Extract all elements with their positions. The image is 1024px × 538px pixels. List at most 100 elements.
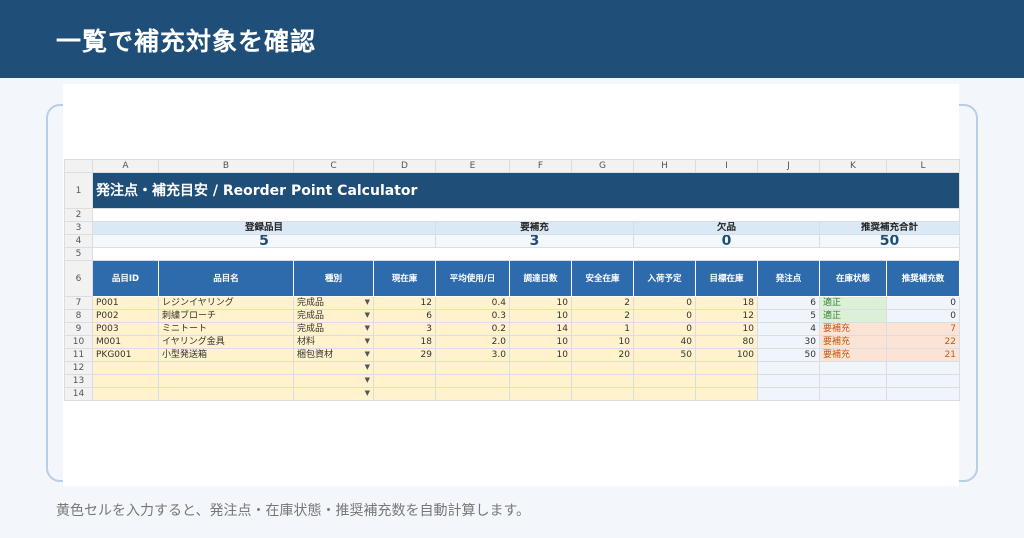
- empty-input-cell[interactable]: [633, 361, 696, 375]
- empty-cell[interactable]: [92, 208, 960, 222]
- cell-incoming[interactable]: 0: [633, 309, 696, 323]
- empty-input-cell[interactable]: [373, 374, 436, 388]
- dropdown-arrow-icon[interactable]: ▼: [365, 389, 370, 399]
- empty-output-cell[interactable]: [757, 361, 820, 375]
- empty-input-cell[interactable]: [158, 374, 294, 388]
- empty-input-cell[interactable]: [571, 374, 634, 388]
- cell-item-id[interactable]: PKG001: [92, 348, 159, 362]
- cell-lead-days[interactable]: 10: [509, 296, 572, 310]
- column-header[interactable]: L: [886, 159, 960, 173]
- row-header[interactable]: 8: [64, 309, 93, 323]
- kpi-value-stockout[interactable]: 0: [633, 234, 820, 248]
- dropdown-arrow-icon[interactable]: ▼: [365, 337, 370, 347]
- cell-type-dropdown[interactable]: ▼: [293, 387, 374, 401]
- cell-stock-status[interactable]: 適正: [819, 309, 887, 323]
- header-incoming[interactable]: 入荷予定: [633, 260, 696, 297]
- cell-recommended-qty[interactable]: 0: [886, 309, 960, 323]
- dropdown-arrow-icon[interactable]: ▼: [365, 350, 370, 360]
- empty-cell[interactable]: [92, 247, 960, 261]
- row-header[interactable]: 11: [64, 348, 93, 362]
- empty-output-cell[interactable]: [757, 374, 820, 388]
- header-item-id[interactable]: 品目ID: [92, 260, 159, 297]
- column-header[interactable]: B: [158, 159, 294, 173]
- sheet-title[interactable]: 発注点・補充目安 / Reorder Point Calculator: [92, 172, 960, 209]
- header-stock-status[interactable]: 在庫状態: [819, 260, 887, 297]
- cell-type-dropdown[interactable]: ▼: [293, 374, 374, 388]
- empty-output-cell[interactable]: [819, 374, 887, 388]
- empty-input-cell[interactable]: [509, 361, 572, 375]
- cell-current-stock[interactable]: 3: [373, 322, 436, 336]
- kpi-value-registered[interactable]: 5: [92, 234, 436, 248]
- header-lead-days[interactable]: 調達日数: [509, 260, 572, 297]
- empty-input-cell[interactable]: [509, 374, 572, 388]
- empty-input-cell[interactable]: [158, 361, 294, 375]
- row-header[interactable]: 13: [64, 374, 93, 388]
- kpi-value-total-reorder[interactable]: 50: [819, 234, 960, 248]
- cell-stock-status[interactable]: 要補充: [819, 322, 887, 336]
- cell-stock-status[interactable]: 要補充: [819, 335, 887, 349]
- row-header[interactable]: 7: [64, 296, 93, 310]
- header-avg-usage[interactable]: 平均使用/日: [435, 260, 510, 297]
- cell-safety-stock[interactable]: 2: [571, 309, 634, 323]
- empty-output-cell[interactable]: [886, 374, 960, 388]
- cell-reorder-point[interactable]: 4: [757, 322, 820, 336]
- cell-type-dropdown[interactable]: 材料 ▼: [293, 335, 374, 349]
- empty-input-cell[interactable]: [435, 361, 510, 375]
- empty-input-cell[interactable]: [373, 361, 436, 375]
- empty-output-cell[interactable]: [757, 387, 820, 401]
- empty-output-cell[interactable]: [819, 387, 887, 401]
- cell-safety-stock[interactable]: 20: [571, 348, 634, 362]
- row-header[interactable]: 14: [64, 387, 93, 401]
- kpi-label-stockout[interactable]: 欠品: [633, 221, 820, 235]
- cell-target-stock[interactable]: 18: [695, 296, 758, 310]
- cell-target-stock[interactable]: 10: [695, 322, 758, 336]
- cell-recommended-qty[interactable]: 22: [886, 335, 960, 349]
- cell-type-dropdown[interactable]: 梱包資材 ▼: [293, 348, 374, 362]
- cell-avg-usage[interactable]: 0.2: [435, 322, 510, 336]
- column-header[interactable]: A: [92, 159, 159, 173]
- cell-type-dropdown[interactable]: 完成品 ▼: [293, 296, 374, 310]
- cell-avg-usage[interactable]: 0.4: [435, 296, 510, 310]
- empty-input-cell[interactable]: [92, 374, 159, 388]
- cell-item-name[interactable]: 刺繍ブローチ: [158, 309, 294, 323]
- cell-item-id[interactable]: P001: [92, 296, 159, 310]
- dropdown-arrow-icon[interactable]: ▼: [365, 376, 370, 386]
- empty-input-cell[interactable]: [435, 387, 510, 401]
- cell-item-name[interactable]: イヤリング金具: [158, 335, 294, 349]
- column-header[interactable]: D: [373, 159, 436, 173]
- empty-input-cell[interactable]: [695, 361, 758, 375]
- cell-reorder-point[interactable]: 50: [757, 348, 820, 362]
- cell-current-stock[interactable]: 6: [373, 309, 436, 323]
- cell-incoming[interactable]: 0: [633, 296, 696, 310]
- empty-input-cell[interactable]: [92, 387, 159, 401]
- dropdown-arrow-icon[interactable]: ▼: [365, 298, 370, 308]
- cell-target-stock[interactable]: 100: [695, 348, 758, 362]
- row-header[interactable]: 3: [64, 221, 93, 235]
- row-header[interactable]: 1: [64, 172, 93, 209]
- empty-input-cell[interactable]: [571, 387, 634, 401]
- empty-input-cell[interactable]: [158, 387, 294, 401]
- cell-incoming[interactable]: 40: [633, 335, 696, 349]
- column-header[interactable]: E: [435, 159, 510, 173]
- cell-current-stock[interactable]: 29: [373, 348, 436, 362]
- empty-input-cell[interactable]: [373, 387, 436, 401]
- header-reorder-point[interactable]: 発注点: [757, 260, 820, 297]
- dropdown-arrow-icon[interactable]: ▼: [365, 324, 370, 334]
- cell-type-dropdown[interactable]: 完成品 ▼: [293, 322, 374, 336]
- cell-type-dropdown[interactable]: 完成品 ▼: [293, 309, 374, 323]
- empty-input-cell[interactable]: [571, 361, 634, 375]
- cell-incoming[interactable]: 50: [633, 348, 696, 362]
- kpi-label-registered[interactable]: 登録品目: [92, 221, 436, 235]
- row-header[interactable]: 10: [64, 335, 93, 349]
- header-type[interactable]: 種別: [293, 260, 374, 297]
- row-header[interactable]: 9: [64, 322, 93, 336]
- column-header[interactable]: J: [757, 159, 820, 173]
- cell-lead-days[interactable]: 10: [509, 348, 572, 362]
- cell-type-dropdown[interactable]: ▼: [293, 361, 374, 375]
- empty-input-cell[interactable]: [695, 387, 758, 401]
- dropdown-arrow-icon[interactable]: ▼: [365, 363, 370, 373]
- header-target-stock[interactable]: 目標在庫: [695, 260, 758, 297]
- cell-avg-usage[interactable]: 0.3: [435, 309, 510, 323]
- empty-output-cell[interactable]: [819, 361, 887, 375]
- cell-stock-status[interactable]: 適正: [819, 296, 887, 310]
